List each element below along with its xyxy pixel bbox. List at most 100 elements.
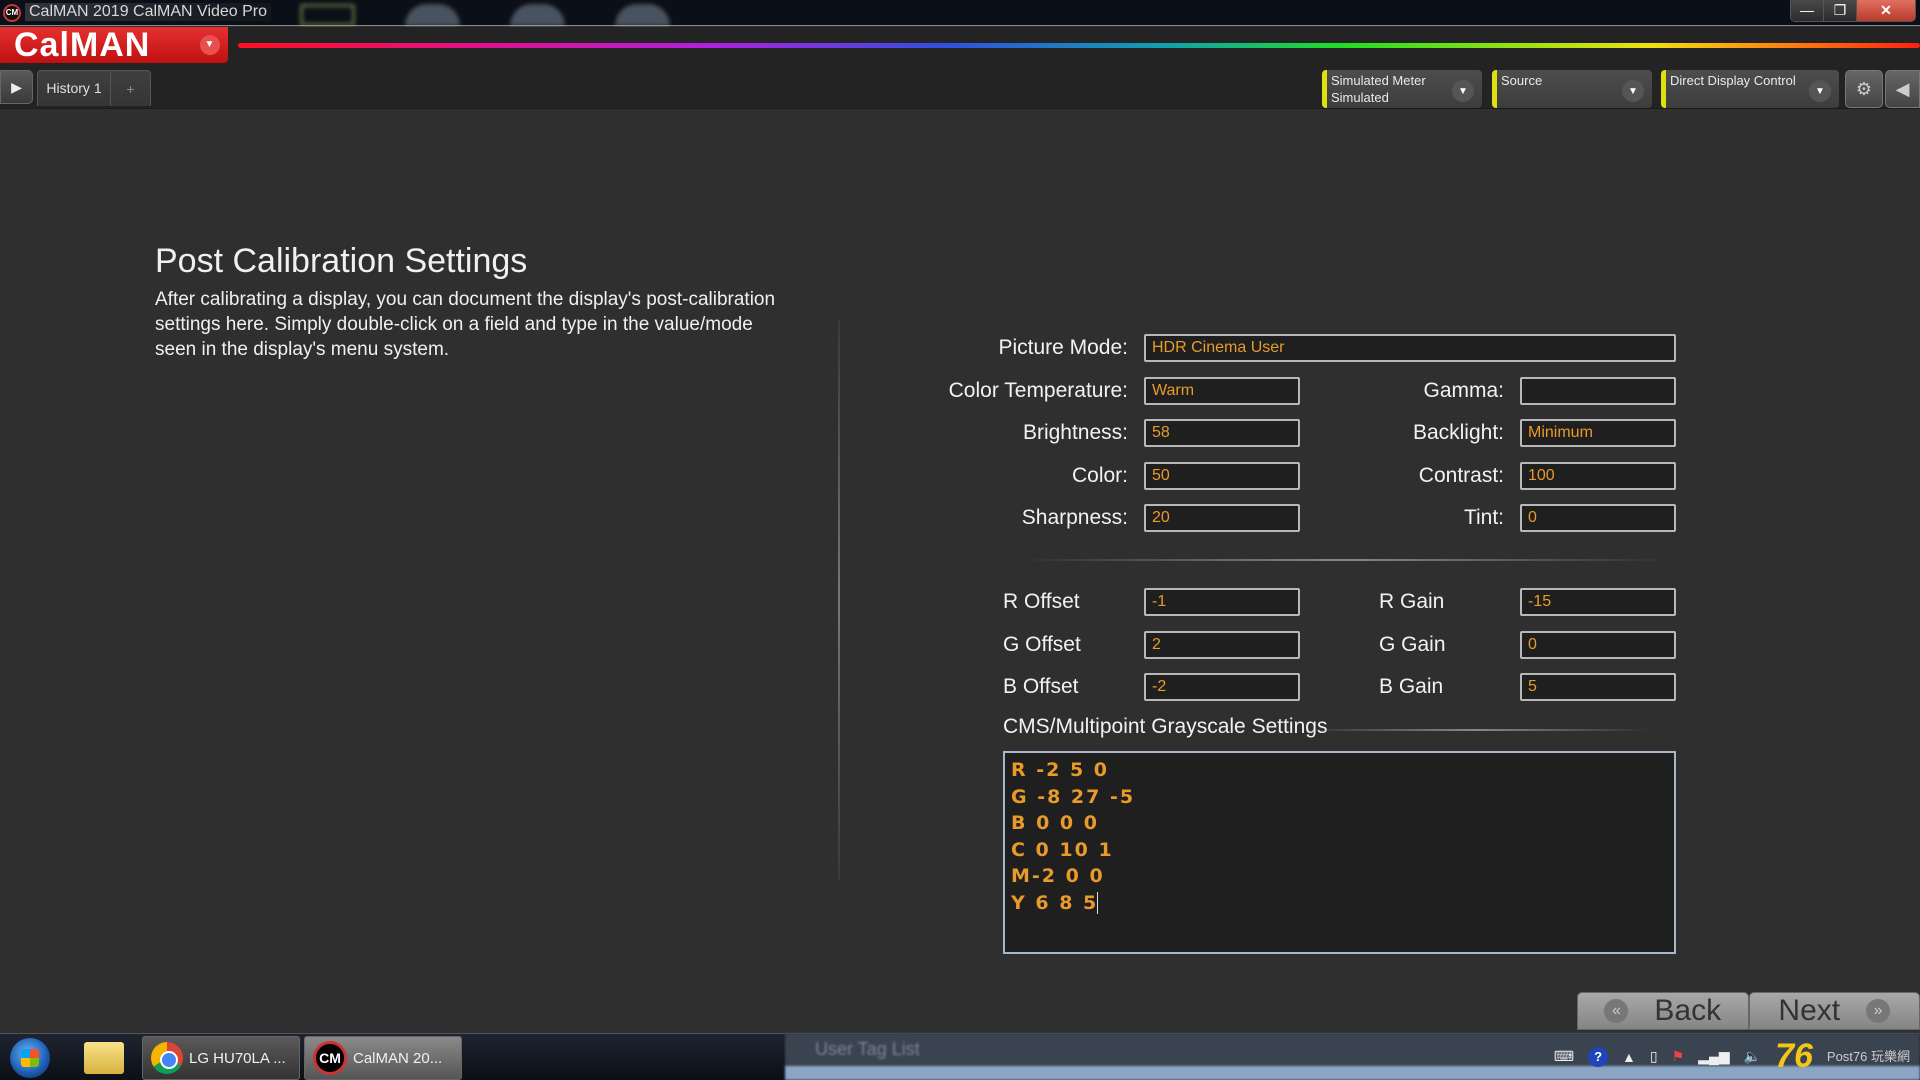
calman-logo: CalMAN [14,26,151,64]
calman-icon: CM [313,1041,347,1075]
r-offset-label: R Offset [1003,590,1080,613]
calman-app-icon: CM [3,4,21,22]
chrome-icon [151,1042,183,1074]
backlight-label: Backlight: [1412,421,1504,444]
battery-icon[interactable]: ▯ [1650,1048,1658,1065]
plus-icon: + [126,81,135,97]
blurred-desktop-icons [300,4,670,26]
sharpness-field[interactable]: 20 [1144,504,1300,532]
g-offset-field[interactable]: 2 [1144,631,1300,659]
network-signal-icon[interactable]: ▂▄▆ [1698,1048,1729,1065]
display-control-dropdown[interactable]: Direct Display Control ▼ [1661,70,1839,108]
title-bar: CM CalMAN 2019 CalMAN Video Pro — ❐ ✕ [0,0,1920,26]
help-icon[interactable]: ? [1588,1046,1609,1067]
keyboard-icon[interactable]: ⌨ [1554,1048,1574,1065]
desktop-icon [615,4,670,26]
chevron-left-icon: ◀ [1895,79,1910,99]
window-controls: — ❐ ✕ [1790,0,1916,22]
brightness-label: Brightness: [1022,421,1128,444]
app-header: CalMAN ▼ [0,27,1920,67]
cms-section-label: CMS/Multipoint Grayscale Settings [1003,715,1328,738]
g-gain-field[interactable]: 0 [1520,631,1676,659]
next-label: Next [1778,994,1841,1027]
add-tab-button[interactable]: + [111,71,150,106]
b-offset-label: B Offset [1003,675,1079,698]
cms-line: R -2 5 0 [1011,759,1110,781]
contrast-label: Contrast: [1418,464,1504,487]
color-temperature-label: Color Temperature: [948,379,1128,402]
cms-line: B 0 0 0 [1011,812,1099,834]
taskbar-app-chrome[interactable]: LG HU70LA ... [142,1036,300,1080]
picture-mode-label: Picture Mode: [998,336,1128,359]
brightness-field[interactable]: 58 [1144,419,1300,447]
calman-window: CM CalMAN 2019 CalMAN Video Pro — ❐ ✕ Ca… [0,0,1920,1080]
back-label: Back [1654,994,1722,1027]
gamma-field[interactable] [1520,377,1676,405]
calman-menu-button[interactable]: CalMAN ▼ [0,27,228,63]
color-field[interactable]: 50 [1144,462,1300,490]
cms-divider [1300,729,1650,731]
tab-label: History 1 [38,71,111,106]
cms-line: G -8 27 -5 [1011,785,1136,808]
color-label: Color: [1071,464,1128,487]
restore-button[interactable]: ❐ [1824,0,1857,21]
tint-field[interactable]: 0 [1520,504,1676,532]
meter-dropdown[interactable]: Simulated Meter Simulated ▼ [1322,70,1482,108]
watermark-text: Post76 玩樂網 [1826,1049,1910,1064]
r-gain-field[interactable]: -15 [1520,588,1676,616]
watermark-logo: 76 [1775,1037,1813,1075]
sharpness-label: Sharpness: [1021,506,1128,529]
back-button[interactable]: « Back [1577,992,1749,1030]
desktop-icon [510,4,565,26]
volume-icon[interactable]: 🔈 [1744,1048,1761,1065]
b-offset-field[interactable]: -2 [1144,673,1300,701]
chevron-down-icon: ▼ [1622,80,1644,102]
g-offset-label: G Offset [1003,633,1081,656]
window-title: CalMAN 2019 CalMAN Video Pro [25,3,272,21]
minimize-button[interactable]: — [1791,0,1824,21]
file-explorer-icon[interactable] [84,1042,124,1074]
b-gain-field[interactable]: 5 [1520,673,1676,701]
color-temperature-field[interactable]: Warm [1144,377,1300,405]
gamma-label: Gamma: [1423,379,1504,402]
expand-button[interactable]: ▶ [0,70,33,104]
chevron-down-icon: ▼ [200,35,220,55]
wizard-navigation: « Back Next » [1577,992,1920,1030]
double-chevron-right-icon: » [1866,999,1891,1023]
gear-icon: ⚙ [1855,79,1873,99]
vertical-divider [838,320,840,880]
cms-line: M-2 0 0 [1011,865,1105,887]
next-button[interactable]: Next » [1748,992,1920,1030]
system-tray: ⌨ ? ▲ ▯ ⚑ ▂▄▆ 🔈 76 Post76 玩樂網 [1554,1033,1920,1080]
r-gain-label: R Gain [1379,590,1445,613]
tab-history-1[interactable]: History 1 + [37,70,151,106]
rainbow-bar [238,43,1920,48]
tint-label: Tint: [1463,506,1504,529]
collapse-panel-button[interactable]: ◀ [1885,70,1920,108]
picture-mode-field[interactable]: HDR Cinema User [1144,334,1676,362]
taskbar-app-label: CalMAN 20... [353,1049,443,1067]
chevron-down-icon: ▼ [1809,80,1831,102]
cms-settings-textarea[interactable]: R -2 5 0 G -8 27 -5 B 0 0 0 C 0 10 1 M-2… [1003,751,1676,954]
section-divider [1020,559,1670,561]
double-chevron-left-icon: « [1604,999,1629,1023]
taskbar-app-label: LG HU70LA ... [189,1049,286,1067]
page-description: After calibrating a display, you can doc… [155,289,776,360]
b-gain-label: B Gain [1379,675,1444,698]
page-title: Post Calibration Settings [155,242,528,280]
settings-button[interactable]: ⚙ [1845,70,1883,108]
chevron-down-icon: ▼ [1452,80,1474,102]
contrast-field[interactable]: 100 [1520,462,1676,490]
play-icon: ▶ [11,79,22,95]
source-dropdown[interactable]: Source ▼ [1492,70,1652,108]
backlight-field[interactable]: Minimum [1520,419,1676,447]
taskbar-app-calman[interactable]: CM CalMAN 20... [304,1036,462,1080]
action-center-flag-icon[interactable]: ⚑ [1672,1048,1685,1065]
close-button[interactable]: ✕ [1857,0,1915,21]
show-hidden-icons-arrow[interactable]: ▲ [1622,1049,1636,1065]
start-button[interactable] [10,1038,50,1078]
g-gain-label: G Gain [1379,633,1446,656]
text-cursor [1097,892,1099,914]
r-offset-field[interactable]: -1 [1144,588,1300,616]
cms-line: C 0 10 1 [1011,838,1114,861]
